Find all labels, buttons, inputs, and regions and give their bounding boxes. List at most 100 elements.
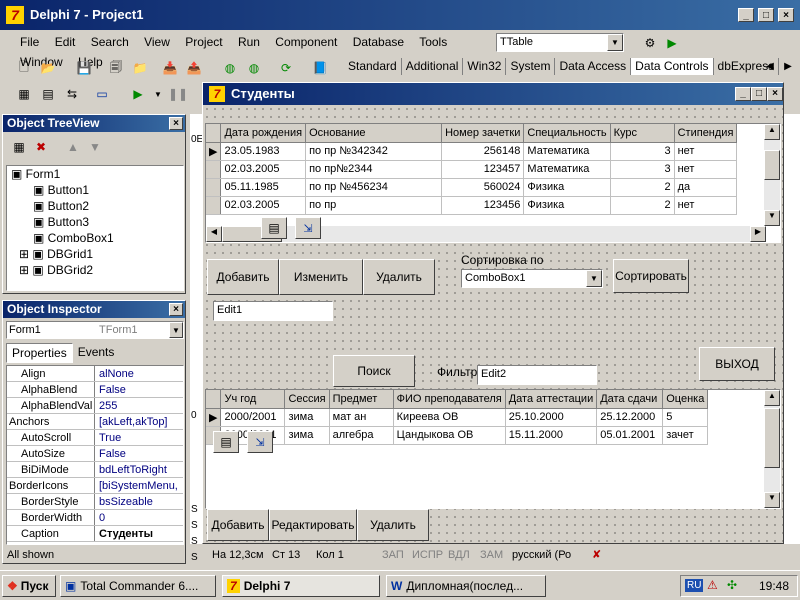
grid1-header[interactable]: Основание bbox=[305, 124, 443, 143]
open-icon[interactable]: 📂 bbox=[38, 58, 58, 78]
property-row[interactable]: Anchors [akLeft,akTop] bbox=[7, 414, 183, 430]
table-row[interactable]: 02.03.2005 по пр№2344 123457 Математика 3 нет bbox=[206, 160, 738, 179]
grid1-header[interactable]: Дата рождения bbox=[220, 124, 307, 143]
menu-edit[interactable]: Edit bbox=[55, 35, 76, 49]
treeview-close-icon[interactable]: × bbox=[169, 117, 183, 130]
table-row[interactable]: 05.11.1985 по пр №456234 560024 Физика 2 да bbox=[206, 178, 738, 197]
run-dropdown-icon[interactable]: ▼ bbox=[148, 84, 168, 104]
menu-component[interactable]: Component bbox=[275, 35, 337, 49]
grid1-header[interactable]: Номер зачетки bbox=[441, 124, 525, 143]
tree-item[interactable]: ▣ Form1 bbox=[11, 166, 183, 182]
property-row-selected[interactable]: Caption Студенты bbox=[7, 526, 183, 542]
inspector-object-combo[interactable]: Form1 TForm1 ▼ bbox=[6, 321, 184, 339]
maximize-button[interactable]: □ bbox=[758, 8, 774, 22]
edit2-button[interactable]: Редактировать bbox=[269, 509, 357, 541]
chevron-down-icon[interactable]: ▼ bbox=[586, 270, 602, 287]
tab-properties[interactable]: Properties bbox=[6, 343, 73, 363]
grid1-hscrollbar[interactable]: ◀ ▶ bbox=[206, 226, 766, 242]
start-button[interactable]: ❖ Пуск bbox=[2, 575, 56, 597]
table-component-icon[interactable]: ⇲ bbox=[295, 217, 321, 239]
property-row[interactable]: AlphaBlend False bbox=[7, 382, 183, 398]
grid1-vscrollbar[interactable]: ▲ ▼ bbox=[764, 124, 780, 226]
add-file-icon[interactable]: 📥 bbox=[160, 58, 180, 78]
menu-run[interactable]: Run bbox=[238, 35, 260, 49]
new-icon[interactable]: 🗋 bbox=[14, 58, 34, 78]
tab-additional[interactable]: Additional bbox=[401, 58, 464, 75]
grid2-header[interactable]: Уч год bbox=[220, 390, 286, 409]
table-row[interactable]: 02.03.2005 по пр 123456 Физика 2 нет bbox=[206, 196, 738, 215]
menu-search[interactable]: Search bbox=[91, 35, 129, 49]
table2-component-icon[interactable]: ⇲ bbox=[247, 431, 273, 453]
treeview-delete-icon[interactable]: ✖ bbox=[31, 137, 51, 157]
pause-icon[interactable]: ❚❚ bbox=[168, 84, 188, 104]
treeview-tool1-icon[interactable]: ▦ bbox=[9, 137, 29, 157]
save-icon[interactable]: 💾 bbox=[74, 58, 94, 78]
exit-button[interactable]: ВЫХОД bbox=[699, 347, 775, 381]
language-indicator[interactable]: RU bbox=[685, 579, 704, 592]
form-maximize-button[interactable]: □ bbox=[751, 87, 767, 101]
property-row[interactable]: AutoSize False bbox=[7, 446, 183, 462]
treeview-down-icon[interactable]: ▼ bbox=[85, 137, 105, 157]
tab-system[interactable]: System bbox=[506, 58, 556, 75]
edit-button[interactable]: Изменить bbox=[279, 259, 363, 295]
search-button[interactable]: Поиск bbox=[333, 355, 415, 387]
dbgrid1[interactable]: Дата рождения Основание Номер зачетки Сп… bbox=[205, 123, 781, 243]
grid1-header[interactable]: Стипендия bbox=[674, 124, 738, 143]
view-form-icon[interactable]: ◍ bbox=[244, 58, 264, 78]
dbgrid2[interactable]: Уч год Сессия Предмет ФИО преподавателя … bbox=[205, 389, 781, 509]
units-icon[interactable]: ▦ bbox=[14, 84, 34, 104]
grid1-header[interactable]: Специальность bbox=[523, 124, 611, 143]
tab-win32[interactable]: Win32 bbox=[463, 58, 507, 75]
grid2-header[interactable]: Оценка bbox=[662, 390, 709, 409]
menu-project[interactable]: Project bbox=[185, 35, 222, 49]
task-total-commander[interactable]: ▣ Total Commander 6.... bbox=[60, 575, 216, 597]
property-row[interactable]: BorderStyle bsSizeable bbox=[7, 494, 183, 510]
table-row[interactable]: 2000/2001зимаалгебраЦандыкова ОВ15.11.20… bbox=[206, 426, 709, 445]
table-row[interactable]: ▶ 23.05.1983 по пр №342342 256148 Математик… bbox=[206, 142, 738, 161]
menu-view[interactable]: View bbox=[144, 35, 170, 49]
tab-standard[interactable]: Standard bbox=[344, 58, 402, 75]
tree-item[interactable]: ▣ Button2 bbox=[11, 198, 183, 214]
form-close-button[interactable]: × bbox=[767, 87, 783, 101]
toolbar-icon-b[interactable]: ▶ bbox=[662, 33, 682, 53]
property-row[interactable]: BiDiMode bdLeftToRight bbox=[7, 462, 183, 478]
grid1-header[interactable]: Курс bbox=[610, 124, 675, 143]
toggle-icon[interactable]: ⟳ bbox=[276, 58, 296, 78]
palette-scroll-right-icon[interactable]: ▶ bbox=[778, 56, 798, 76]
tree-item[interactable]: ▣ Button3 bbox=[11, 214, 183, 230]
property-row[interactable]: BorderWidth 0 bbox=[7, 510, 183, 526]
save-all-icon[interactable]: 🗐 bbox=[106, 58, 126, 78]
minimize-button[interactable]: _ bbox=[738, 8, 754, 22]
grid2-vscrollbar[interactable]: ▲ ▼ bbox=[764, 390, 780, 508]
add-button[interactable]: Добавить bbox=[207, 259, 279, 295]
remove-file-icon[interactable]: 📤 bbox=[184, 58, 204, 78]
form-minimize-button[interactable]: _ bbox=[735, 87, 751, 101]
property-row[interactable]: Align alNone bbox=[7, 366, 183, 382]
treeview-up-icon[interactable]: ▲ bbox=[63, 137, 83, 157]
menu-file[interactable]: File bbox=[20, 35, 39, 49]
menu-database[interactable]: Database bbox=[353, 35, 404, 49]
datasource2-icon[interactable]: ▤ bbox=[213, 431, 239, 453]
task-word-document[interactable]: W Дипломная(послед... bbox=[386, 575, 546, 597]
tree-item[interactable]: ⊞ ▣ DBGrid2 bbox=[11, 262, 183, 278]
forms-icon[interactable]: ▤ bbox=[38, 84, 58, 104]
tree-item[interactable]: ▣ Button1 bbox=[11, 182, 183, 198]
toolbar-icon-a[interactable]: ⚙ bbox=[640, 33, 660, 53]
tab-events[interactable]: Events bbox=[73, 343, 120, 363]
task-delphi[interactable]: 7 Delphi 7 bbox=[222, 575, 380, 597]
toggle-form-icon[interactable]: ⇆ bbox=[62, 84, 82, 104]
new-form-icon[interactable]: ▭ bbox=[92, 84, 112, 104]
grid2-header[interactable]: Дата аттестации bbox=[505, 390, 598, 409]
inspector-close-icon[interactable]: × bbox=[169, 303, 183, 316]
menu-tools[interactable]: Tools bbox=[419, 35, 447, 49]
network-icon[interactable]: ✣ bbox=[727, 578, 737, 592]
grid2-header[interactable]: ФИО преподавателя bbox=[393, 390, 506, 409]
open-project-icon[interactable]: 📁 bbox=[130, 58, 150, 78]
table-row[interactable]: ▶ 2000/2001 зима мат ан Киреева ОВ 25.10.200… bbox=[206, 408, 709, 427]
tab-data-access[interactable]: Data Access bbox=[555, 58, 632, 75]
property-row[interactable]: BorderIcons [biSystemMenu, bbox=[7, 478, 183, 494]
tab-data-controls[interactable]: Data Controls bbox=[631, 58, 714, 75]
sort-button[interactable]: Сортировать bbox=[613, 259, 689, 293]
chevron-down-icon[interactable]: ▼ bbox=[169, 322, 183, 338]
delete2-button[interactable]: Удалить bbox=[357, 509, 429, 541]
